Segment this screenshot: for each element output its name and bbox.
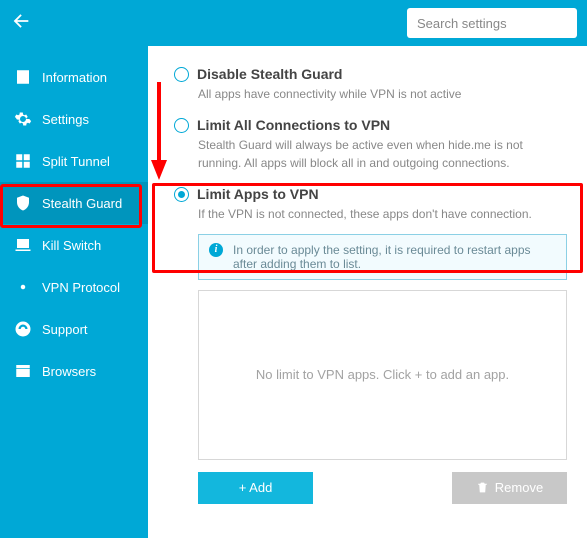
back-icon[interactable] — [10, 10, 32, 37]
sidebar-item-information[interactable]: Information — [0, 56, 148, 98]
option-limit-all-connections[interactable]: Limit All Connections to VPN Stealth Gua… — [174, 117, 567, 172]
sidebar-item-label: Split Tunnel — [42, 154, 110, 169]
sidebar-item-settings[interactable]: Settings — [0, 98, 148, 140]
sidebar-item-label: Stealth Guard — [42, 196, 122, 211]
header — [0, 0, 587, 46]
apps-list-box: No limit to VPN apps. Click + to add an … — [198, 290, 567, 460]
radio-icon[interactable] — [174, 67, 189, 82]
radio-icon[interactable] — [174, 118, 189, 133]
split-icon — [14, 152, 32, 170]
search-input[interactable] — [417, 16, 567, 31]
browser-icon — [14, 362, 32, 380]
option-title: Limit Apps to VPN — [197, 186, 319, 202]
sidebar-item-stealth-guard[interactable]: Stealth Guard — [0, 182, 148, 224]
add-button[interactable]: + Add — [198, 472, 313, 504]
sidebar: Information Settings Split Tunnel Stealt… — [0, 46, 148, 538]
info-doc-icon — [14, 68, 32, 86]
sidebar-item-split-tunnel[interactable]: Split Tunnel — [0, 140, 148, 182]
main-panel: Disable Stealth Guard All apps have conn… — [148, 46, 587, 538]
info-icon: i — [209, 243, 223, 257]
sidebar-item-kill-switch[interactable]: Kill Switch — [0, 224, 148, 266]
radio-icon[interactable] — [174, 187, 189, 202]
option-title: Limit All Connections to VPN — [197, 117, 390, 133]
sidebar-item-support[interactable]: Support — [0, 308, 148, 350]
option-desc: If the VPN is not connected, these apps … — [198, 206, 567, 223]
support-icon — [14, 320, 32, 338]
killswitch-icon — [14, 236, 32, 254]
sidebar-item-label: Settings — [42, 112, 89, 127]
trash-icon — [476, 481, 489, 494]
option-disable-stealth-guard[interactable]: Disable Stealth Guard All apps have conn… — [174, 66, 567, 103]
info-notice: i In order to apply the setting, it is r… — [198, 234, 567, 280]
option-title: Disable Stealth Guard — [197, 66, 342, 82]
sidebar-item-label: Support — [42, 322, 88, 337]
apps-empty-text: No limit to VPN apps. Click + to add an … — [256, 367, 509, 382]
sidebar-item-label: VPN Protocol — [42, 280, 120, 295]
sidebar-item-browsers[interactable]: Browsers — [0, 350, 148, 392]
protocol-icon — [14, 278, 32, 296]
option-desc: All apps have connectivity while VPN is … — [198, 86, 567, 103]
remove-button: Remove — [452, 472, 567, 504]
add-button-label: + Add — [239, 480, 273, 495]
gear-icon — [14, 110, 32, 128]
sidebar-item-vpn-protocol[interactable]: VPN Protocol — [0, 266, 148, 308]
sidebar-item-label: Browsers — [42, 364, 96, 379]
remove-button-label: Remove — [495, 480, 543, 495]
search-field-wrap[interactable] — [407, 8, 577, 38]
sidebar-item-label: Information — [42, 70, 107, 85]
option-desc: Stealth Guard will always be active even… — [198, 137, 567, 172]
info-text: In order to apply the setting, it is req… — [233, 243, 556, 271]
sidebar-item-label: Kill Switch — [42, 238, 101, 253]
shield-icon — [14, 194, 32, 212]
option-limit-apps[interactable]: Limit Apps to VPN If the VPN is not conn… — [174, 186, 567, 503]
